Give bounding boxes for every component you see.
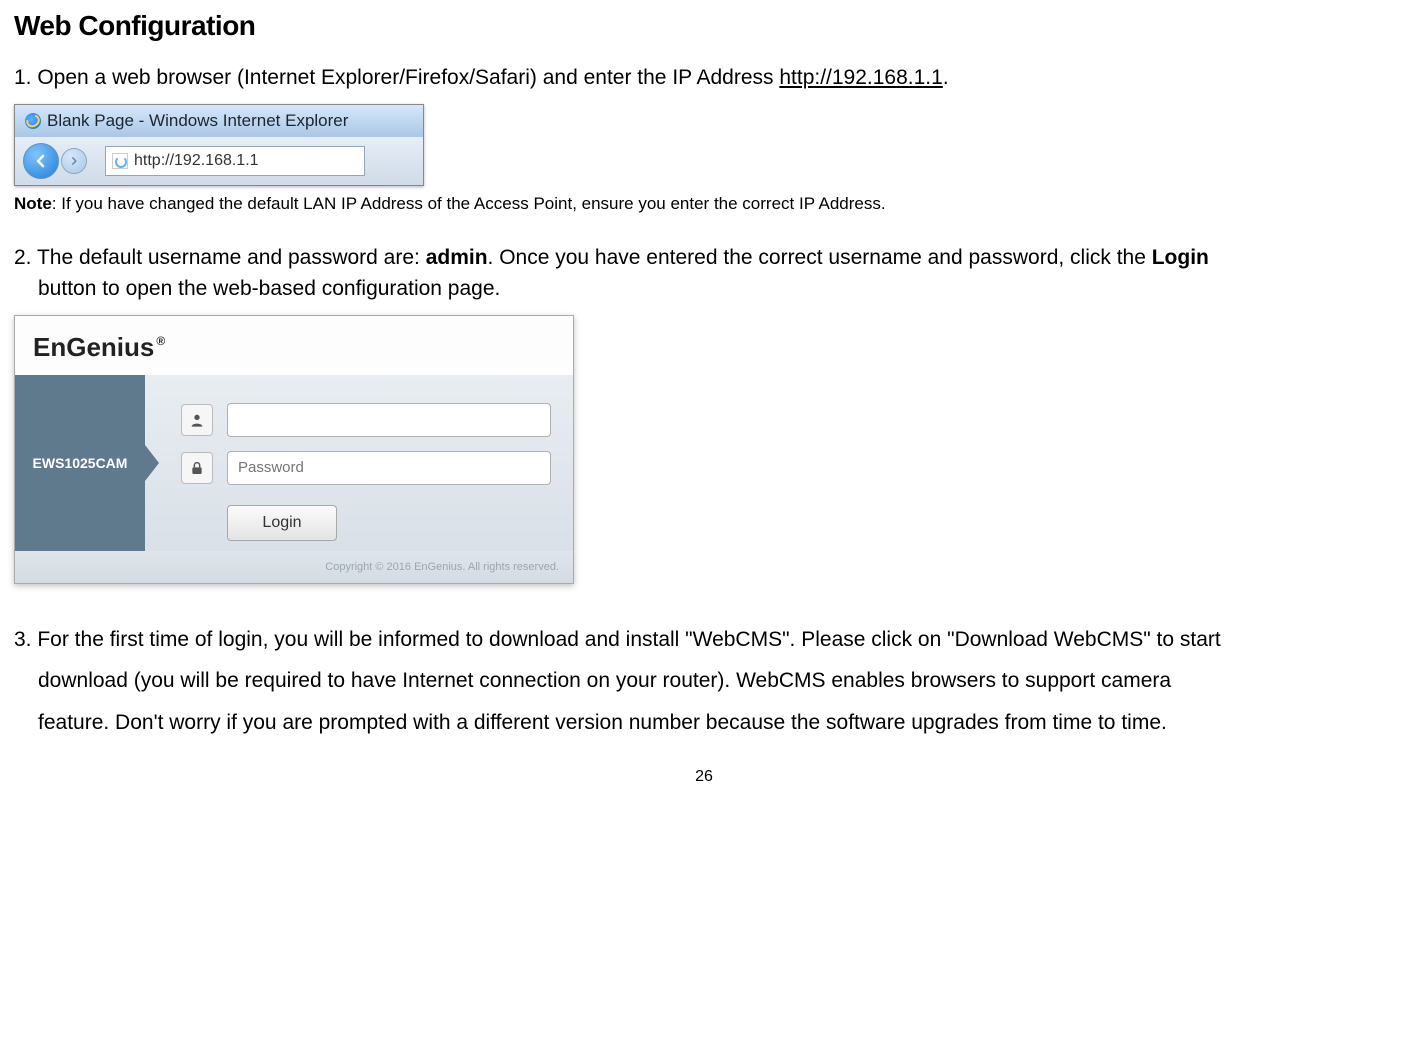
note-label: Note (14, 194, 52, 213)
model-name: EWS1025CAM (33, 455, 128, 471)
page-icon (112, 153, 128, 169)
ip-url: http://192.168.1.1 (779, 66, 942, 89)
username-input[interactable] (227, 403, 551, 437)
brand-logo: EnGenius® (33, 332, 165, 363)
registered-symbol: ® (156, 334, 165, 348)
nav-forward-icon (61, 148, 87, 174)
step-3-line1: 3. For the first time of login, you will… (14, 624, 1394, 656)
page-number: 26 (14, 768, 1394, 786)
step-1-number: 1. (14, 66, 32, 89)
login-body: EWS1025CAM Login (15, 375, 573, 551)
login-footer: Copyright © 2016 EnGenius. All rights re… (15, 551, 573, 583)
ie-icon (25, 113, 41, 129)
login-word: Login (1152, 246, 1209, 269)
username-row (181, 403, 551, 437)
password-input[interactable] (227, 451, 551, 485)
step-2: 2. The default username and password are… (14, 242, 1394, 305)
login-button[interactable]: Login (227, 505, 337, 541)
lock-icon (181, 452, 213, 484)
step-3-number: 3. (14, 628, 32, 651)
brand-name: EnGenius (33, 332, 154, 363)
browser-toolbar: http://192.168.1.1 (15, 137, 423, 185)
page-title: Web Configuration (14, 10, 1394, 42)
address-bar[interactable]: http://192.168.1.1 (105, 146, 365, 176)
nav-back-icon (23, 143, 59, 179)
step-2-after: button to open the web-based configurati… (14, 277, 500, 300)
step-3-line3: feature. Don't worry if you are prompted… (14, 707, 1394, 739)
browser-title-text: Blank Page - Windows Internet Explorer (47, 111, 348, 131)
step-2-middle: . Once you have entered the correct user… (488, 246, 1152, 269)
browser-titlebar: Blank Page - Windows Internet Explorer (15, 105, 423, 137)
note-line: Note: If you have changed the default LA… (14, 194, 1394, 214)
address-text: http://192.168.1.1 (134, 152, 259, 170)
step-2-number: 2. (14, 246, 32, 269)
step-1-text-before: Open a web browser (Internet Explorer/Fi… (32, 66, 780, 89)
step-3-line2: download (you will be required to have I… (14, 665, 1394, 697)
login-header: EnGenius® (15, 316, 573, 375)
login-screenshot: EnGenius® EWS1025CAM Login Copyright © 2… (14, 315, 574, 584)
step-3-text1: For the first time of login, you will be… (32, 628, 1221, 651)
nav-arrows (23, 143, 87, 179)
step-1: 1. Open a web browser (Internet Explorer… (14, 62, 1394, 94)
login-main: Login (145, 375, 573, 551)
admin-word: admin (426, 246, 488, 269)
step-2-before: The default username and password are: (32, 246, 426, 269)
login-side-badge: EWS1025CAM (15, 375, 145, 551)
step-1-text-after: . (943, 66, 949, 89)
note-text: : If you have changed the default LAN IP… (52, 194, 886, 213)
browser-screenshot: Blank Page - Windows Internet Explorer h… (14, 104, 424, 186)
user-icon (181, 404, 213, 436)
password-row (181, 451, 551, 485)
